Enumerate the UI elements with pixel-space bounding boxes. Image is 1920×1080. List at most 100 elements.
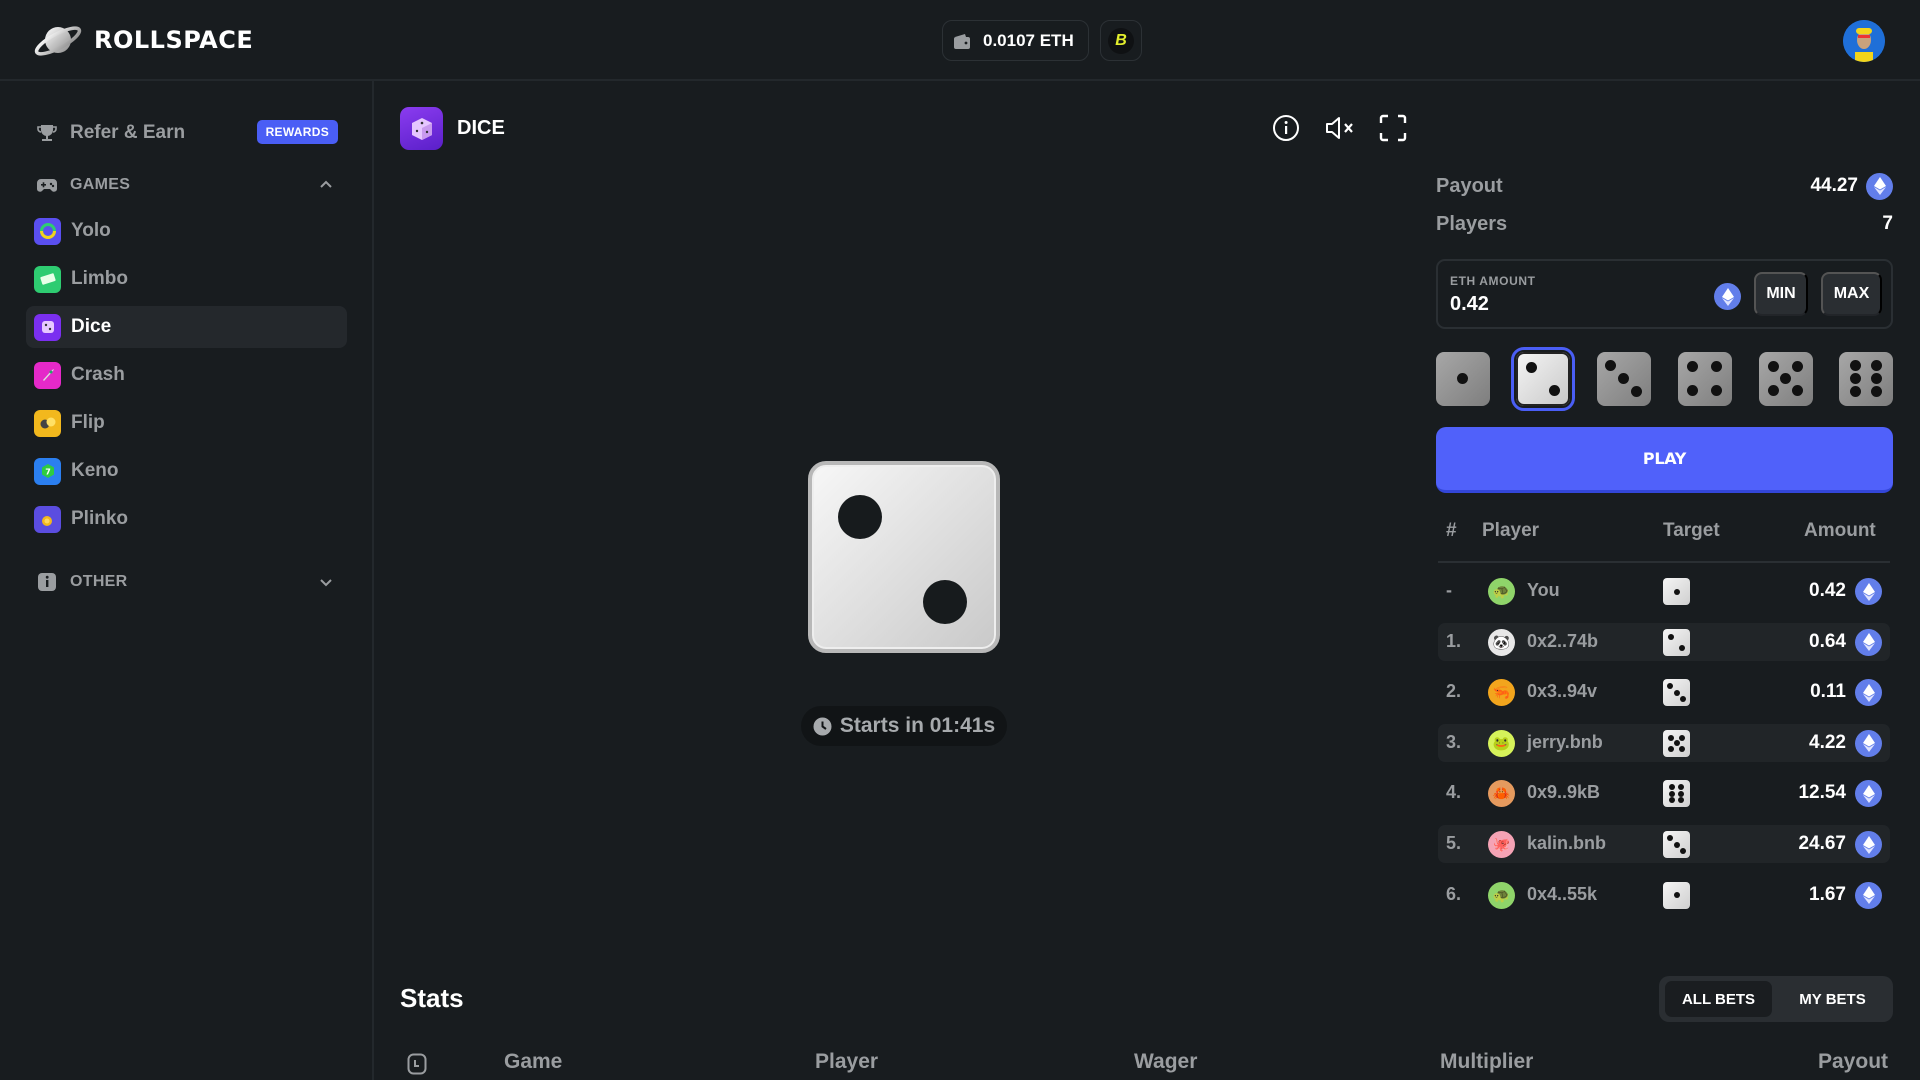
player-avatar-shrimp-icon: 🦐 bbox=[1488, 679, 1515, 707]
min-amount-button[interactable]: MIN bbox=[1754, 272, 1808, 316]
dice-result-face bbox=[808, 461, 1000, 653]
eth-icon bbox=[1855, 578, 1882, 605]
leaderboard-row[interactable]: 2. 🦐 0x3..94v 0.11 bbox=[1438, 673, 1890, 711]
player-avatar-octopus-icon: 🐙 bbox=[1488, 831, 1515, 858]
player-name: kalin.bnb bbox=[1527, 833, 1607, 853]
player-name: 0x9..9kB bbox=[1527, 782, 1601, 803]
dice-game-icon bbox=[400, 107, 443, 150]
sidebar-item-dice[interactable]: Dice bbox=[26, 306, 347, 348]
bets-tabs: ALL BETS MY BETS bbox=[1659, 976, 1893, 1022]
die-pip bbox=[1679, 734, 1685, 741]
chevron-down-icon bbox=[320, 579, 332, 587]
die-pip bbox=[1673, 841, 1680, 848]
rewards-badge[interactable]: REWARDS bbox=[256, 120, 338, 144]
sidebar-item-yolo[interactable]: Yolo bbox=[26, 210, 347, 252]
col-wager: Wager bbox=[1134, 1050, 1198, 1073]
other-section-label: OTHER bbox=[70, 573, 128, 590]
die-pip bbox=[1679, 745, 1685, 752]
brand-logo[interactable]: ROLLSPACE bbox=[32, 22, 253, 58]
eth-icon bbox=[1855, 679, 1882, 707]
refer-and-earn-link[interactable]: Refer & Earn REWARDS bbox=[36, 117, 338, 149]
mute-toggle-button[interactable] bbox=[1324, 112, 1356, 144]
sidebar-item-flip[interactable]: Flip bbox=[26, 402, 347, 444]
die-pip bbox=[1678, 797, 1684, 804]
target-face-2-button[interactable] bbox=[1511, 347, 1575, 411]
sidebar-item-limbo[interactable]: Limbo bbox=[26, 258, 347, 300]
target-face-3-button[interactable] bbox=[1597, 352, 1651, 406]
target-face-5-button[interactable] bbox=[1759, 352, 1813, 406]
sidebar-item-crash[interactable]: Crash bbox=[26, 354, 347, 396]
die-pip bbox=[923, 580, 967, 624]
sidebar-item-plinko[interactable]: Plinko bbox=[26, 498, 347, 540]
eth-amount-field: ETH AMOUNT MIN MAX bbox=[1436, 259, 1893, 329]
other-section-toggle[interactable]: OTHER bbox=[36, 568, 338, 596]
tab-all-bets[interactable]: ALL BETS bbox=[1665, 981, 1772, 1017]
bet-amount: 0.64 bbox=[1809, 630, 1846, 652]
die-pip bbox=[1667, 683, 1673, 690]
tab-my-bets[interactable]: MY BETS bbox=[1779, 981, 1886, 1017]
chevron-up-icon bbox=[320, 180, 332, 188]
leaderboard-row[interactable]: 5. 🐙 kalin.bnb 24.67 bbox=[1438, 825, 1890, 863]
bet-amount: 0.42 bbox=[1809, 580, 1846, 601]
sidebar-item-label: Crash bbox=[71, 364, 125, 385]
wallet-icon bbox=[954, 33, 970, 49]
eth-amount-input[interactable] bbox=[1450, 293, 1650, 316]
col-player: Player bbox=[815, 1050, 879, 1073]
leaderboard-row[interactable]: 1. 🐼 0x2..74b 0.64 bbox=[1438, 622, 1890, 661]
col-amount: Amount bbox=[1804, 520, 1876, 541]
die-pip bbox=[1669, 790, 1675, 797]
sidebar-item-keno[interactable]: 7 Keno bbox=[26, 450, 347, 492]
row-rank: 2. bbox=[1446, 681, 1462, 702]
player-name: jerry.bnb bbox=[1527, 731, 1603, 752]
col-game: Game bbox=[504, 1050, 563, 1073]
plinko-icon bbox=[34, 505, 61, 533]
die-pip bbox=[1680, 696, 1686, 703]
target-die-face-1 bbox=[1663, 578, 1690, 605]
chain-logo-icon: B bbox=[1108, 27, 1134, 54]
die-pip bbox=[1673, 740, 1680, 747]
game-info-button[interactable] bbox=[1270, 112, 1302, 144]
refer-label: Refer & Earn bbox=[70, 122, 186, 143]
eth-icon bbox=[1855, 831, 1882, 858]
fullscreen-button[interactable] bbox=[1377, 112, 1409, 144]
col-player: Player bbox=[1482, 520, 1540, 541]
die-pip bbox=[1668, 734, 1674, 741]
row-rank: 4. bbox=[1446, 782, 1462, 803]
payout-row: Payout 44.27 bbox=[1436, 172, 1893, 200]
eth-icon bbox=[1855, 628, 1882, 656]
player-name: 0x2..74b bbox=[1527, 630, 1599, 651]
leaderboard-row[interactable]: - 🐢 You 0.42 bbox=[1438, 572, 1890, 610]
chain-selector-button[interactable]: B bbox=[1100, 20, 1142, 61]
max-amount-button[interactable]: MAX bbox=[1821, 272, 1882, 316]
die-pip bbox=[1667, 835, 1673, 841]
game-header: DICE bbox=[400, 107, 505, 150]
clock-icon bbox=[813, 717, 832, 735]
games-section-toggle[interactable]: GAMES bbox=[36, 171, 338, 199]
leaderboard-row[interactable]: 6. 🐢 0x4..55k 1.67 bbox=[1438, 876, 1890, 914]
keno-icon: 7 bbox=[34, 457, 61, 485]
play-button[interactable]: PLAY bbox=[1436, 427, 1893, 493]
user-avatar[interactable] bbox=[1843, 20, 1885, 62]
target-face-4-button[interactable] bbox=[1678, 352, 1732, 406]
player-avatar-turtle-icon: 🐢 bbox=[1488, 578, 1515, 605]
eth-icon bbox=[1855, 881, 1882, 909]
player-name: You bbox=[1527, 580, 1560, 600]
target-face-1-button[interactable] bbox=[1436, 352, 1490, 406]
target-die-face-3 bbox=[1663, 831, 1690, 858]
leaderboard-row[interactable]: 4. 🦀 0x9..9kB 12.54 bbox=[1438, 774, 1890, 812]
ape-avatar-icon bbox=[1843, 20, 1885, 62]
player-avatar-turtle-icon: 🐢 bbox=[1488, 881, 1515, 909]
info-icon bbox=[38, 573, 56, 591]
speaker-muted-icon bbox=[1326, 117, 1353, 139]
wallet-balance-button[interactable]: 0.0107 ETH bbox=[942, 20, 1089, 61]
col-multiplier: Multiplier bbox=[1440, 1050, 1534, 1073]
players-count: 7 bbox=[1882, 213, 1893, 234]
coin-flip-icon bbox=[34, 409, 61, 437]
gamepad-icon bbox=[37, 179, 57, 192]
target-face-6-button[interactable] bbox=[1839, 352, 1893, 406]
die-pip bbox=[1673, 588, 1680, 595]
leaderboard-row[interactable]: 3. 🐸 jerry.bnb 4.22 bbox=[1438, 723, 1890, 762]
yolo-icon bbox=[34, 217, 61, 245]
table-divider bbox=[1438, 561, 1890, 563]
die-pip bbox=[838, 495, 882, 539]
